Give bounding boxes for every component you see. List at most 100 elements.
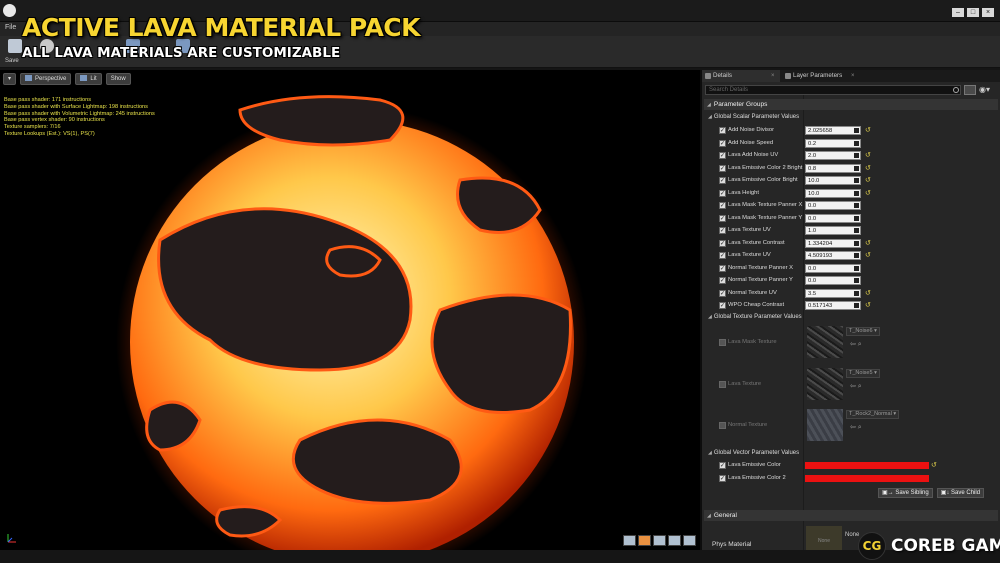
spinner-icon[interactable] [854, 190, 859, 196]
reset-to-default-icon[interactable]: ↺ [931, 461, 937, 469]
reset-to-default-icon[interactable]: ↺ [865, 289, 871, 297]
texture-asset-dropdown[interactable]: T_Noise5 ▾ [846, 368, 880, 378]
spinner-icon[interactable] [854, 290, 859, 296]
mesh-preview-icon[interactable] [683, 535, 696, 546]
param-value-input[interactable]: 0.0 [805, 263, 861, 273]
maximize-icon[interactable]: □ [967, 8, 979, 17]
param-enable-checkbox[interactable]: ✓ [719, 462, 726, 469]
param-value-input[interactable]: 0.0 [805, 213, 861, 223]
reset-to-default-icon[interactable]: ↺ [865, 239, 871, 247]
view-options-icon[interactable] [964, 85, 976, 95]
eye-icon[interactable]: ◉▾ [979, 85, 997, 95]
spinner-icon[interactable] [854, 203, 859, 208]
spinner-icon[interactable] [854, 240, 859, 246]
texture-group-header[interactable]: ◢ Global Texture Parameter Values [708, 314, 802, 320]
param-value-input[interactable]: 4.509193 [805, 251, 861, 260]
texture-thumbnail[interactable] [807, 367, 843, 400]
color-swatch[interactable] [805, 474, 929, 482]
param-value-input[interactable]: 0.517143 [805, 301, 861, 310]
param-enable-checkbox[interactable]: ✓ [719, 127, 726, 134]
param-enable-checkbox[interactable]: ✓ [719, 227, 726, 234]
param-value-input[interactable]: 2.025658 [805, 126, 861, 135]
param-value-input[interactable]: 10.0 [805, 176, 861, 185]
parameter-groups-header[interactable]: ◢ Parameter Groups [704, 99, 998, 110]
spinner-icon[interactable] [854, 128, 859, 133]
close-tab-icon[interactable]: × [851, 70, 855, 82]
param-enable-checkbox[interactable]: ✓ [719, 164, 726, 172]
param-enable-checkbox[interactable] [719, 380, 726, 388]
texture-thumbnail[interactable] [807, 409, 843, 441]
param-value-input[interactable]: 3.5 [805, 288, 861, 298]
material-preview-viewport[interactable]: ▾ Perspective Lit Show Base pass shader:… [0, 70, 700, 550]
param-value-input[interactable]: 0.0 [805, 201, 861, 210]
vector-group-header[interactable]: ◢ Global Vector Parameter Values [708, 450, 799, 456]
spinner-icon[interactable] [854, 253, 859, 258]
general-header[interactable]: ◢ General [704, 510, 998, 521]
phys-material-label: Phys Material [712, 541, 752, 548]
param-value-input[interactable]: 2.0 [805, 151, 861, 160]
texture-asset-dropdown[interactable]: T_Noise6 ▾ [846, 327, 880, 336]
save-button-label[interactable]: Save [5, 58, 19, 64]
tab-details[interactable]: Details × [702, 70, 780, 82]
reset-to-default-icon[interactable]: ↺ [865, 176, 871, 184]
reset-to-default-icon[interactable]: ↺ [865, 126, 871, 134]
spinner-icon[interactable] [854, 303, 859, 308]
spinner-icon[interactable] [854, 215, 859, 221]
plane-preview-icon[interactable] [653, 535, 666, 546]
browse-asset-icon[interactable]: ⇦ ⌕ [850, 340, 862, 349]
spinner-icon[interactable] [854, 153, 859, 158]
spinner-icon[interactable] [854, 228, 859, 233]
param-value-input[interactable]: 1.334204 [805, 238, 861, 248]
param-enable-checkbox[interactable]: ✓ [719, 289, 726, 297]
spinner-icon[interactable] [854, 140, 859, 146]
param-value-input[interactable]: 0.2 [805, 138, 861, 148]
save-icon[interactable] [8, 39, 22, 53]
param-enable-checkbox[interactable] [719, 422, 726, 429]
save-sibling-button[interactable]: ▣→ Save Sibling [878, 488, 933, 498]
param-enable-checkbox[interactable]: ✓ [719, 474, 726, 482]
phys-material-thumbnail[interactable]: None [806, 526, 842, 550]
param-enable-checkbox[interactable] [719, 339, 726, 346]
cylinder-preview-icon[interactable] [623, 535, 636, 546]
texture-thumbnail[interactable] [807, 326, 843, 358]
color-swatch[interactable] [805, 462, 929, 469]
param-value-input[interactable]: 0.0 [805, 276, 861, 285]
param-value-input[interactable]: 0.8 [805, 163, 861, 173]
param-label: Lava Height [728, 189, 759, 196]
spinner-icon[interactable] [854, 265, 859, 271]
param-enable-checkbox[interactable]: ✓ [719, 139, 726, 147]
reset-to-default-icon[interactable]: ↺ [865, 251, 871, 259]
spinner-icon[interactable] [854, 178, 859, 183]
reset-to-default-icon[interactable]: ↺ [865, 151, 871, 159]
reset-to-default-icon[interactable]: ↺ [865, 164, 871, 172]
scalar-group-header[interactable]: ◢ Global Scalar Parameter Values [708, 114, 799, 120]
texture-asset-dropdown[interactable]: T_Rock2_Normal ▾ [846, 410, 900, 419]
cube-preview-icon[interactable] [668, 535, 681, 546]
spinner-icon[interactable] [854, 165, 859, 171]
param-enable-checkbox[interactable]: ✓ [719, 177, 726, 184]
browse-asset-icon[interactable]: ⇦ ⌕ [850, 382, 862, 391]
browse-asset-icon[interactable]: ⇦ ⌕ [850, 423, 862, 432]
reset-to-default-icon[interactable]: ↺ [865, 189, 871, 197]
close-tab-icon[interactable]: × [771, 70, 775, 82]
minimize-icon[interactable]: – [952, 8, 964, 17]
param-enable-checkbox[interactable]: ✓ [719, 214, 726, 222]
search-details-input[interactable]: Search Details [705, 85, 961, 95]
param-enable-checkbox[interactable]: ✓ [719, 202, 726, 209]
param-enable-checkbox[interactable]: ✓ [719, 302, 726, 309]
menu-file[interactable]: File [5, 24, 16, 31]
param-enable-checkbox[interactable]: ✓ [719, 264, 726, 272]
param-enable-checkbox[interactable]: ✓ [719, 152, 726, 159]
close-icon[interactable]: × [982, 8, 994, 17]
sphere-preview-icon[interactable] [638, 535, 651, 546]
spinner-icon[interactable] [854, 278, 859, 283]
param-enable-checkbox[interactable]: ✓ [719, 239, 726, 247]
param-enable-checkbox[interactable]: ✓ [719, 252, 726, 259]
param-enable-checkbox[interactable]: ✓ [719, 189, 726, 197]
param-enable-checkbox[interactable]: ✓ [719, 277, 726, 284]
reset-to-default-icon[interactable]: ↺ [865, 301, 871, 309]
tab-layer-parameters[interactable]: Layer Parameters × [782, 70, 872, 82]
param-value-input[interactable]: 1.0 [805, 226, 861, 235]
save-child-button[interactable]: ▣↓ Save Child [936, 488, 985, 498]
param-value-input[interactable]: 10.0 [805, 188, 861, 198]
